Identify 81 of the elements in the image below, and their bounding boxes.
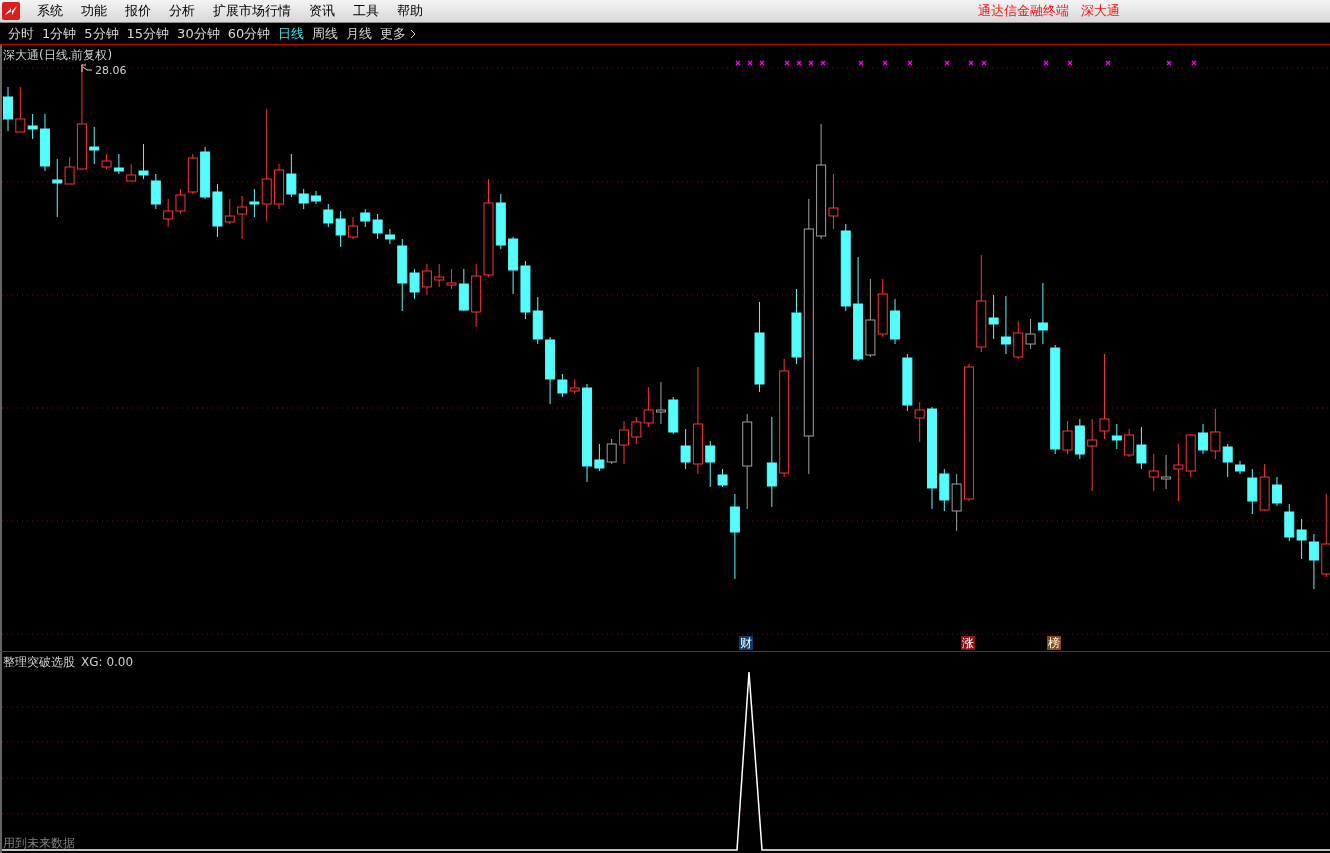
candlestick bbox=[1284, 503, 1295, 542]
candlestick bbox=[360, 208, 371, 228]
candlestick bbox=[421, 263, 432, 296]
cross-marker-icon bbox=[907, 60, 913, 66]
peak-pointer-icon bbox=[81, 64, 93, 73]
period-tab[interactable]: 日线 bbox=[274, 23, 309, 44]
candlestick bbox=[1235, 460, 1245, 475]
cross-marker-icon bbox=[944, 60, 950, 66]
cross-marker-icon bbox=[858, 60, 864, 66]
cross-marker-icon bbox=[820, 60, 826, 66]
future-data-note: 用到未来数据 bbox=[3, 836, 75, 850]
candlestick bbox=[1296, 518, 1307, 560]
candlestick bbox=[150, 173, 161, 210]
menu-item[interactable]: 功能 bbox=[72, 1, 116, 21]
candlestick bbox=[200, 146, 211, 200]
candlestick bbox=[434, 263, 445, 288]
cross-marker-icon bbox=[796, 60, 802, 66]
candlestick bbox=[163, 198, 174, 228]
menu-item[interactable]: 帮助 bbox=[388, 1, 432, 21]
candlestick bbox=[1074, 418, 1085, 460]
candlestick bbox=[655, 381, 666, 425]
cross-marker-icon bbox=[981, 60, 987, 66]
menu-item[interactable]: 工具 bbox=[344, 1, 388, 21]
candlestick bbox=[1247, 468, 1258, 515]
period-tab[interactable]: 1分钟 bbox=[38, 23, 81, 44]
menu-item[interactable]: 资讯 bbox=[300, 1, 344, 21]
candlestick bbox=[668, 396, 679, 435]
menu-item[interactable]: 分析 bbox=[160, 1, 204, 21]
stock-name: 深大通 bbox=[1081, 2, 1120, 21]
candlestick bbox=[520, 260, 531, 320]
period-tab[interactable]: 30分钟 bbox=[173, 23, 224, 44]
candlestick bbox=[508, 236, 519, 295]
candlestick bbox=[619, 420, 629, 465]
candlestick bbox=[939, 468, 950, 512]
candlestick bbox=[606, 438, 617, 465]
app-title: 通达信金融终端 bbox=[978, 2, 1069, 21]
cross-marker-icon bbox=[747, 60, 753, 66]
indicator-name: 整理突破选股 bbox=[3, 654, 75, 671]
candlestick bbox=[1000, 295, 1011, 355]
period-tab[interactable]: 分时 bbox=[4, 23, 38, 44]
candlestick bbox=[902, 353, 913, 412]
candlestick bbox=[914, 401, 925, 443]
period-tab[interactable]: 月线 bbox=[342, 23, 377, 44]
cross-marker-icon bbox=[1166, 60, 1172, 66]
candlestick bbox=[311, 190, 321, 205]
candlestick bbox=[532, 296, 543, 345]
cross-marker-icon bbox=[784, 60, 790, 66]
period-tab[interactable]: 5分钟 bbox=[80, 23, 123, 44]
signal-badge[interactable]: 财 bbox=[739, 636, 754, 650]
cross-marker-icon bbox=[735, 60, 741, 66]
chevron-right-icon bbox=[410, 28, 417, 39]
candlestick bbox=[877, 278, 888, 338]
cross-marker-icon bbox=[1043, 60, 1049, 66]
cross-marker-icon bbox=[1067, 60, 1073, 66]
candlestick bbox=[1013, 320, 1024, 360]
high-price-label: 28.06 bbox=[95, 63, 127, 79]
period-tab[interactable]: 60分钟 bbox=[223, 23, 275, 44]
cross-marker-icon bbox=[968, 60, 974, 66]
candlestick bbox=[3, 86, 13, 132]
cross-marker-icon bbox=[1191, 60, 1197, 66]
candlestick bbox=[890, 298, 901, 345]
period-tab[interactable]: 周线 bbox=[308, 23, 343, 44]
menu-item[interactable]: 系统 bbox=[28, 1, 72, 21]
signal-badge[interactable]: 涨 bbox=[960, 636, 975, 650]
cross-marker-icon bbox=[759, 60, 765, 66]
more-button[interactable]: 更多 bbox=[376, 23, 421, 44]
cross-marker-icon bbox=[882, 60, 888, 66]
cross-marker-icon bbox=[1105, 60, 1111, 66]
signal-badge[interactable]: 榜 bbox=[1047, 636, 1062, 650]
app-logo-icon[interactable] bbox=[2, 2, 20, 20]
cross-marker-icon bbox=[808, 60, 814, 66]
candlestick bbox=[1185, 433, 1196, 478]
period-tab[interactable]: 15分钟 bbox=[122, 23, 174, 44]
candlestick bbox=[1148, 453, 1159, 492]
candlestick bbox=[1308, 533, 1319, 590]
chart-title: 深大通(日线.前复权) bbox=[3, 47, 113, 64]
menu-item[interactable]: 扩展市场行情 bbox=[204, 1, 300, 21]
candlestick bbox=[274, 163, 285, 210]
candlestick bbox=[113, 153, 124, 175]
menu-item[interactable]: 报价 bbox=[116, 1, 160, 21]
indicator-value: XG: 0.00 bbox=[81, 654, 134, 671]
